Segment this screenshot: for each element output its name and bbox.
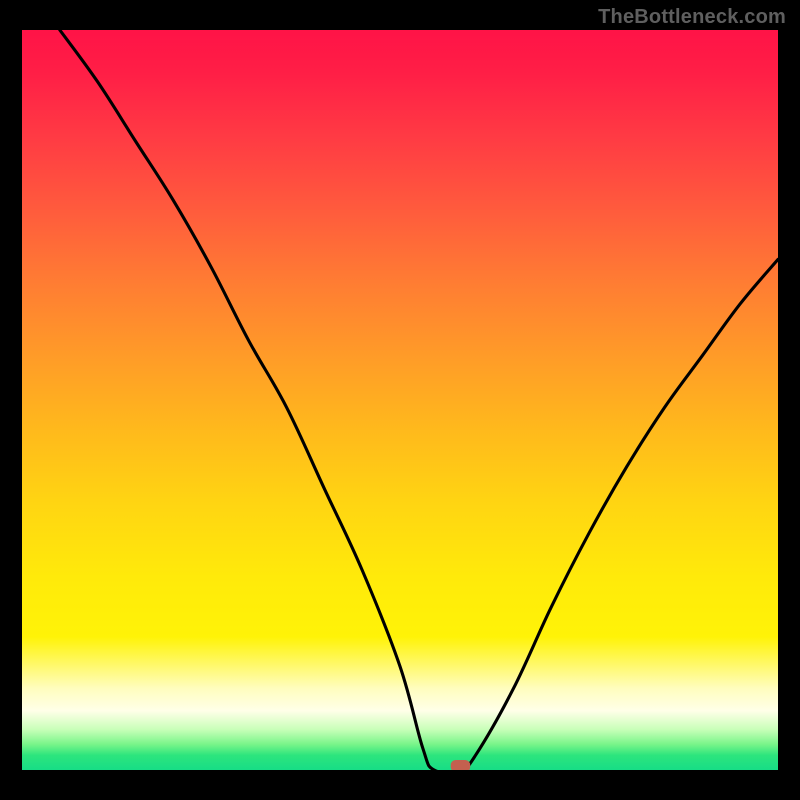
plot-area <box>22 30 778 770</box>
curve-layer <box>22 30 778 770</box>
min-marker-icon <box>451 760 471 770</box>
bottleneck-curve <box>60 30 778 770</box>
chart-root: TheBottleneck.com <box>0 0 800 800</box>
watermark-text: TheBottleneck.com <box>598 6 786 29</box>
